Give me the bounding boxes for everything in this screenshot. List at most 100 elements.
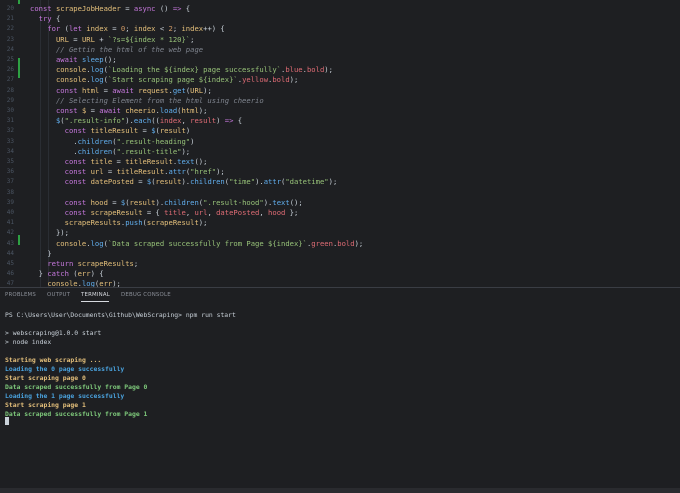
terminal-line: Data scraped successfully from Page 0 xyxy=(5,383,148,391)
terminal-line: Start scraping page 1 xyxy=(5,401,86,409)
git-change-marker xyxy=(18,58,20,78)
line-number: 44 xyxy=(6,249,14,257)
code-text: scrapeResults.push(scrapeResult); xyxy=(64,218,208,228)
terminal-line: Data scraped successfully from Page 1 xyxy=(5,410,148,418)
code-line[interactable]: 40 const scrapeResult = { title, url, da… xyxy=(0,208,680,218)
code-line[interactable]: 38 xyxy=(0,188,680,198)
code-line[interactable]: 28 const html = await request.get(URL); xyxy=(0,86,680,96)
code-text: return scrapeResults; xyxy=(47,259,139,268)
git-change-marker xyxy=(18,0,20,4)
line-number: 46 xyxy=(6,270,14,278)
line-number: 29 xyxy=(6,96,14,104)
code-line[interactable]: 43 console.log(`Data scraped successfull… xyxy=(0,239,680,249)
code-line[interactable]: 23 URL = URL + `?s=${index * 120}`; xyxy=(0,35,680,45)
code-line[interactable]: 36 const url = titleResult.attr("href"); xyxy=(0,167,680,177)
line-number: 34 xyxy=(6,147,14,155)
code-line[interactable]: 24 // Gettin the html of the web page xyxy=(0,45,680,55)
code-text: const hood = $(result).children(".result… xyxy=(64,197,303,207)
terminal-cursor xyxy=(5,417,9,425)
line-number: 38 xyxy=(6,188,14,196)
line-number: 32 xyxy=(6,127,14,135)
line-number: 31 xyxy=(6,117,14,125)
code-text: // Gettin the html of the web page xyxy=(55,44,204,54)
line-number: 39 xyxy=(6,198,14,206)
terminal-line: Loading the 0 page successfully xyxy=(5,365,125,373)
code-text: .children(".result-title"); xyxy=(30,146,191,156)
line-number: 28 xyxy=(6,86,14,94)
terminal-line: > webscraping@1.0.0 start xyxy=(5,329,102,337)
line-number: 37 xyxy=(6,178,14,186)
terminal-line: Starting web scraping ... xyxy=(5,356,102,364)
line-number: 26 xyxy=(6,66,14,74)
code-line[interactable]: 21 try { xyxy=(0,14,680,24)
code-line[interactable]: 27 console.log(`Start scraping page ${in… xyxy=(0,75,680,85)
code-text: const datePosted = $(result).children("t… xyxy=(64,177,338,187)
line-number: 36 xyxy=(6,168,14,176)
code-text: for (let index = 0; index < 2; index++) … xyxy=(47,24,225,34)
terminal-line: Start scraping page 0 xyxy=(5,374,86,382)
code-line[interactable]: 35 const title = titleResult.text(); xyxy=(0,157,680,167)
code-text: $(".result-info").each((index, result) =… xyxy=(55,116,243,126)
line-number: 33 xyxy=(6,137,14,145)
terminal-line: > node index xyxy=(5,338,52,346)
code-line[interactable]: 42 }); xyxy=(0,228,680,238)
terminal[interactable]: PS C:\Users\User\Documents\Github\WebScr… xyxy=(0,304,680,493)
panel-tabs: PROBLEMS OUTPUT TERMINAL DEBUG CONSOLE xyxy=(0,288,680,304)
code-editor[interactable]: 20 const scrapeJobHeader = async () => {2… xyxy=(0,0,680,287)
code-text: const titleResult = $(result) xyxy=(64,126,191,136)
tab-debug-console[interactable]: DEBUG CONSOLE xyxy=(121,292,171,298)
tab-terminal[interactable]: TERMINAL xyxy=(81,292,110,298)
line-number: 23 xyxy=(6,35,14,43)
active-tab-indicator xyxy=(81,301,109,302)
code-line[interactable]: 39 const hood = $(result).children(".res… xyxy=(0,198,680,208)
status-bar xyxy=(0,488,680,493)
code-text: console.log(`Start scraping page ${index… xyxy=(55,75,299,85)
line-number: 27 xyxy=(6,76,14,84)
code-text: }); xyxy=(30,228,69,238)
code-text: const $ = await cheerio.load(html); xyxy=(55,106,208,115)
terminal-line: PS C:\Users\User\Documents\Github\WebScr… xyxy=(5,311,236,319)
line-number: 24 xyxy=(6,45,14,53)
code-text: const scrapeJobHeader = async () => { xyxy=(30,4,191,13)
code-text: try { xyxy=(38,14,61,24)
code-line[interactable]: 26 console.log(`Loading the ${index} pag… xyxy=(0,65,680,75)
tab-output[interactable]: OUTPUT xyxy=(47,292,70,298)
code-line[interactable]: 22 for (let index = 0; index < 2; index+… xyxy=(0,24,680,34)
code-line[interactable]: 20 const scrapeJobHeader = async () => { xyxy=(0,4,680,14)
line-number: 22 xyxy=(6,25,14,33)
code-text: .children(".result-heading") xyxy=(30,136,195,146)
code-text: const title = titleResult.text(); xyxy=(64,157,208,166)
line-number: 30 xyxy=(6,107,14,114)
code-line[interactable]: 44 } xyxy=(0,249,680,259)
code-line[interactable]: 30 const $ = await cheerio.load(html); xyxy=(0,106,680,116)
code-text: } xyxy=(30,248,52,258)
line-number: 41 xyxy=(6,219,14,227)
tab-problems[interactable]: PROBLEMS xyxy=(5,292,36,298)
code-line[interactable]: 31 $(".result-info").each((index, result… xyxy=(0,116,680,126)
code-text: console.log(`Loading the ${index} page s… xyxy=(55,65,333,75)
line-number: 20 xyxy=(6,5,14,12)
code-line[interactable]: 29 // Selecting Element from the html us… xyxy=(0,96,680,106)
code-text: const scrapeResult = { title, url, dateP… xyxy=(64,208,299,217)
code-text: const html = await request.get(URL); xyxy=(55,85,212,95)
line-number: 45 xyxy=(6,260,14,267)
code-line[interactable]: 32 const titleResult = $(result) xyxy=(0,126,680,136)
code-text: await sleep(); xyxy=(55,55,117,64)
code-line[interactable]: 37 const datePosted = $(result).children… xyxy=(0,177,680,187)
code-line[interactable]: 45 return scrapeResults; xyxy=(0,259,680,269)
line-number: 42 xyxy=(6,229,14,237)
line-number: 43 xyxy=(6,239,14,247)
code-line[interactable]: 41 scrapeResults.push(scrapeResult); xyxy=(0,218,680,228)
line-number: 40 xyxy=(6,209,14,216)
code-text: console.log(`Data scraped successfully f… xyxy=(55,238,364,248)
code-text: URL = URL + `?s=${index * 120}`; xyxy=(55,34,195,44)
code-text: const url = titleResult.attr("href"); xyxy=(64,167,225,177)
code-line[interactable]: 34 .children(".result-title"); xyxy=(0,147,680,157)
code-line[interactable]: 46 } catch (err) { xyxy=(0,269,680,279)
code-line[interactable]: 25 await sleep(); xyxy=(0,55,680,65)
git-change-marker xyxy=(18,235,20,245)
code-line[interactable]: 47 console.log(err); xyxy=(0,279,680,287)
code-text: } catch (err) { xyxy=(30,269,104,279)
code-text: console.log(err); xyxy=(47,279,121,287)
code-line[interactable]: 33 .children(".result-heading") xyxy=(0,137,680,147)
